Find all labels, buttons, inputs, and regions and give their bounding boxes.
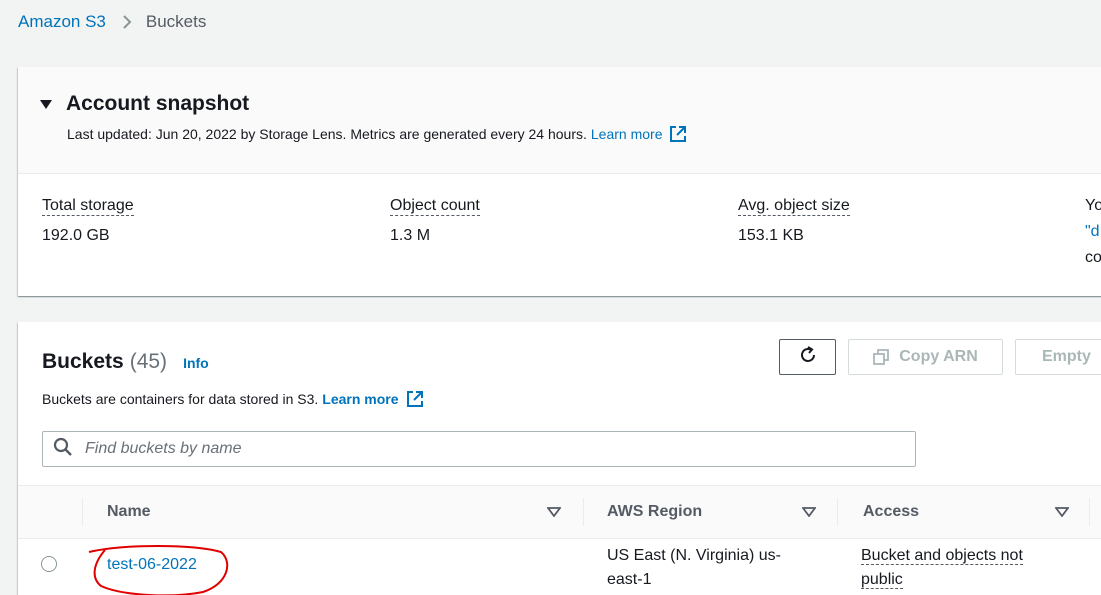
buckets-title: Buckets — [42, 350, 124, 373]
column-header-label: AWS Region — [607, 503, 703, 520]
breadcrumb-current: Buckets — [145, 12, 207, 31]
bucket-region-line: US East (N. Virginia) us- — [607, 547, 781, 564]
metric-cutoff-text: Yo "d co — [1085, 193, 1101, 271]
copy-arn-button[interactable]: Copy ARN — [848, 339, 1003, 375]
empty-label: Empty — [1042, 348, 1091, 365]
cutoff-line: co — [1085, 249, 1101, 266]
empty-button[interactable]: Empty — [1015, 339, 1101, 375]
account-snapshot-panel: Account snapshot Last updated: Jun 20, 2… — [18, 67, 1101, 296]
bucket-access-text: Bucket and objects not — [861, 547, 1023, 565]
row-select-radio[interactable] — [41, 556, 57, 572]
buckets-info-link[interactable]: Info — [183, 355, 209, 371]
metric-value: 153.1 KB — [738, 227, 804, 244]
metric-value: 1.3 M — [390, 227, 431, 244]
account-snapshot-subtitle: Last updated: Jun 20, 2022 by Storage Le… — [67, 125, 687, 143]
metric-total-storage: Total storage 192.0 GB — [42, 197, 134, 245]
bucket-access-line: Bucket and objects not — [861, 544, 1071, 568]
external-link-icon[interactable] — [406, 390, 424, 408]
sort-down-icon[interactable] — [802, 507, 816, 517]
snapshot-learn-more-link[interactable]: Learn more — [591, 126, 663, 142]
search-icon — [53, 437, 73, 462]
bucket-region-line: east-1 — [607, 571, 652, 588]
metric-avg-object-size: Avg. object size 153.1 KB — [738, 197, 850, 245]
cutoff-link[interactable]: "d — [1085, 219, 1101, 245]
search-input[interactable] — [83, 439, 887, 459]
account-snapshot-title: Account snapshot — [66, 92, 250, 115]
column-divider — [583, 498, 584, 526]
caret-down-icon — [40, 99, 52, 109]
bucket-region: US East (N. Virginia) us- east-1 — [607, 544, 807, 592]
column-header-label: Access — [863, 503, 920, 520]
bucket-access-text: public — [861, 571, 903, 589]
breadcrumb-amazon-s3-link[interactable]: Amazon S3 — [18, 12, 106, 32]
external-link-icon[interactable] — [669, 125, 687, 143]
column-divider — [837, 498, 838, 526]
column-header-label: Name — [107, 503, 151, 520]
snapshot-last-updated: Last updated: Jun 20, 2022 by Storage Le… — [67, 126, 587, 142]
sort-down-icon[interactable] — [1055, 507, 1069, 517]
search-bar — [42, 431, 916, 467]
bucket-name-text: test-06-2022 — [107, 556, 197, 573]
buckets-header: Buckets (45) Info — [42, 350, 209, 374]
s3-buckets-page: Amazon S3 Buckets Account snapshot Last … — [0, 0, 1101, 595]
bucket-access[interactable]: Bucket and objects not public — [861, 544, 1071, 592]
refresh-icon — [798, 345, 818, 370]
column-divider — [1089, 498, 1090, 526]
table-row: test-06-2022 US East (N. Virginia) us- e… — [18, 538, 1101, 595]
column-header-access[interactable]: Access — [863, 486, 1093, 538]
column-divider — [82, 498, 83, 526]
copy-arn-label: Copy ARN — [899, 348, 978, 365]
buckets-panel: Buckets (45) Info Buckets are containers… — [18, 322, 1101, 595]
breadcrumb: Amazon S3 Buckets — [18, 12, 206, 32]
buckets-count: (45) — [129, 350, 168, 373]
buckets-description: Buckets are containers for data stored i… — [42, 390, 424, 408]
copy-icon — [873, 349, 890, 365]
metric-label[interactable]: Object count — [390, 197, 480, 216]
table-header: Name AWS Region Access — [18, 485, 1101, 539]
column-header-region[interactable]: AWS Region — [607, 486, 837, 538]
metric-object-count: Object count 1.3 M — [390, 197, 480, 245]
account-snapshot-header: Account snapshot Last updated: Jun 20, 2… — [18, 67, 1101, 174]
account-snapshot-toggle[interactable]: Account snapshot — [40, 92, 249, 116]
buckets-description-text: Buckets are containers for data stored i… — [42, 391, 319, 407]
chevron-right-icon — [122, 14, 132, 30]
column-header-name[interactable]: Name — [107, 486, 577, 538]
metric-label[interactable]: Total storage — [42, 197, 134, 216]
metric-value: 192.0 GB — [42, 227, 110, 244]
metric-label[interactable]: Avg. object size — [738, 197, 850, 216]
bucket-access-line: public — [861, 568, 1071, 592]
cutoff-line: Yo — [1085, 197, 1101, 214]
refresh-button[interactable] — [779, 339, 836, 375]
sort-down-icon[interactable] — [547, 507, 561, 517]
bucket-name-link[interactable]: test-06-2022 — [88, 545, 229, 595]
buckets-learn-more-link[interactable]: Learn more — [322, 391, 398, 407]
